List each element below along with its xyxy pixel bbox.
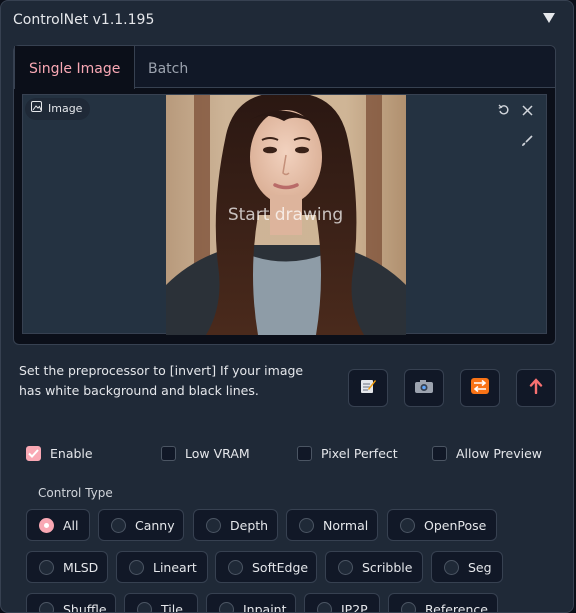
close-icon[interactable] xyxy=(517,103,537,123)
checkbox-unchecked[interactable] xyxy=(297,446,312,461)
option-label: Lineart xyxy=(153,559,197,575)
tab-bar: Single Image Batch xyxy=(14,46,555,89)
option-label: Normal xyxy=(323,517,369,533)
upload-arrow-icon xyxy=(529,378,543,398)
image-canvas[interactable]: Image Start drawing xyxy=(22,94,547,335)
option-label: SoftEdge xyxy=(252,559,309,575)
control-type-option-lineart[interactable]: Lineart xyxy=(116,551,208,583)
radio-unselected[interactable] xyxy=(39,601,54,612)
triangle-down-icon[interactable] xyxy=(543,13,555,23)
tab-batch[interactable]: Batch xyxy=(134,46,202,88)
preprocessor-note: Set the preprocessor to [invert] If your… xyxy=(19,363,304,398)
radio-unselected[interactable] xyxy=(338,559,353,575)
radio-unselected[interactable] xyxy=(299,517,314,533)
option-label: MLSD xyxy=(63,559,99,575)
radio-unselected[interactable] xyxy=(228,559,243,575)
low-vram-label: Low VRAM xyxy=(185,446,250,461)
option-label: Shuffle xyxy=(63,601,107,613)
camera-button[interactable] xyxy=(404,369,444,407)
control-type-option-tile[interactable]: Tile xyxy=(124,593,198,613)
radio-unselected[interactable] xyxy=(219,601,234,612)
option-label: Seg xyxy=(468,559,492,575)
control-type-option-openpose[interactable]: OpenPose xyxy=(387,509,497,541)
radio-unselected[interactable] xyxy=(206,517,221,533)
radio-unselected[interactable] xyxy=(317,601,332,612)
checkbox-unchecked[interactable] xyxy=(432,446,447,461)
control-type-option-canny[interactable]: Canny xyxy=(98,509,184,541)
radio-unselected[interactable] xyxy=(129,559,144,575)
option-label: IP2P xyxy=(341,601,368,613)
radio-unselected[interactable] xyxy=(39,559,54,575)
write-icon xyxy=(359,377,377,399)
image-icon xyxy=(31,98,42,120)
radio-unselected[interactable] xyxy=(137,601,152,612)
control-type-option-reference[interactable]: Reference xyxy=(388,593,498,613)
upload-button[interactable] xyxy=(516,369,556,407)
control-type-option-ip2p[interactable]: IP2P xyxy=(304,593,380,613)
option-label: Scribble xyxy=(362,559,413,575)
enable-checkbox[interactable]: Enable xyxy=(26,446,93,461)
tab-single-image[interactable]: Single Image xyxy=(14,46,136,89)
control-type-option-mlsd[interactable]: MLSD xyxy=(26,551,108,583)
radio-unselected[interactable] xyxy=(444,559,459,575)
control-type-label: Control Type xyxy=(38,486,113,500)
radio-selected[interactable] xyxy=(39,517,54,533)
control-type-option-depth[interactable]: Depth xyxy=(193,509,278,541)
control-type-option-scribble[interactable]: Scribble xyxy=(325,551,423,583)
pixel-perfect-label: Pixel Perfect xyxy=(321,446,398,461)
allow-preview-checkbox[interactable]: Allow Preview xyxy=(432,446,542,461)
start-drawing-text: Start drawing xyxy=(227,205,344,225)
pixel-perfect-checkbox[interactable]: Pixel Perfect xyxy=(297,446,398,461)
write-button[interactable] xyxy=(348,369,388,407)
image-label-text: Image xyxy=(48,102,83,115)
low-vram-checkbox[interactable]: Low VRAM xyxy=(161,446,250,461)
control-type-option-seg[interactable]: Seg xyxy=(431,551,503,583)
option-label: Depth xyxy=(230,517,269,533)
control-type-option-normal[interactable]: Normal xyxy=(286,509,378,541)
controlnet-panel: ControlNet v1.1.195 Single Image Batch I… xyxy=(0,0,574,613)
radio-unselected[interactable] xyxy=(401,601,416,612)
undo-icon[interactable] xyxy=(494,103,514,123)
options-row: Enable Low VRAM Pixel Perfect Allow Prev… xyxy=(1,446,573,466)
radio-unselected[interactable] xyxy=(400,517,415,533)
checkbox-checked[interactable] xyxy=(26,446,41,461)
control-type-option-inpaint[interactable]: Inpaint xyxy=(206,593,296,613)
option-label: Canny xyxy=(135,517,175,533)
option-label: Reference xyxy=(425,601,488,613)
option-label: All xyxy=(63,517,79,533)
control-type-option-all[interactable]: All xyxy=(26,509,90,541)
camera-icon xyxy=(414,378,434,398)
tabs-container: Single Image Batch Image Start drawing xyxy=(13,45,556,345)
control-type-option-shuffle[interactable]: Shuffle xyxy=(26,593,116,613)
option-label: OpenPose xyxy=(424,517,487,533)
option-label: Tile xyxy=(161,601,183,613)
swap-icon xyxy=(471,378,489,398)
radio-unselected[interactable] xyxy=(111,517,126,533)
panel-title[interactable]: ControlNet v1.1.195 xyxy=(13,12,154,28)
checkbox-unchecked[interactable] xyxy=(161,446,176,461)
control-type-option-softedge[interactable]: SoftEdge xyxy=(215,551,317,583)
enable-label: Enable xyxy=(50,446,93,461)
allow-preview-label: Allow Preview xyxy=(456,446,542,461)
image-source-label: Image xyxy=(25,98,91,120)
brush-icon[interactable] xyxy=(517,134,537,154)
swap-button[interactable] xyxy=(460,369,500,407)
option-label: Inpaint xyxy=(243,601,287,613)
